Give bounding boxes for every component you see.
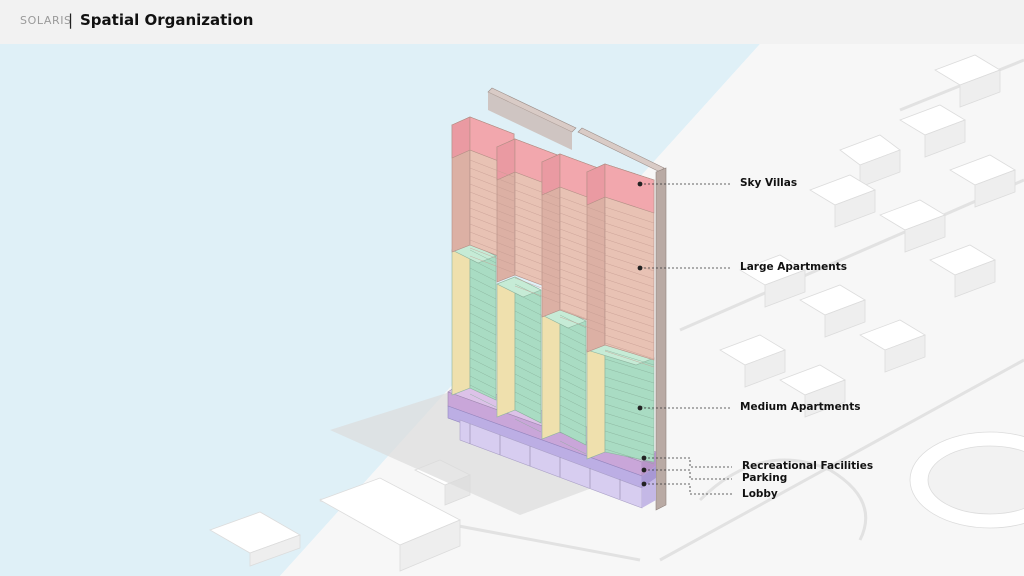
label-medium-apartments: Medium Apartments [740,401,861,413]
diagram-canvas: SOLARIS | Spatial Organization Sky Villa… [0,0,1024,576]
label-recreational-facilities: Recreational Facilities [742,460,874,472]
title-separator: | [68,11,74,29]
label-large-apartments: Large Apartments [740,261,847,273]
label-sky-villas: Sky Villas [740,177,798,189]
brand-name: SOLARIS [20,14,72,27]
label-parking: Parking [742,472,788,484]
axonometric-scene [0,44,1024,576]
label-lobby: Lobby [742,488,778,500]
page-title: Spatial Organization [80,11,254,29]
header-bar: SOLARIS | Spatial Organization [0,0,1024,44]
